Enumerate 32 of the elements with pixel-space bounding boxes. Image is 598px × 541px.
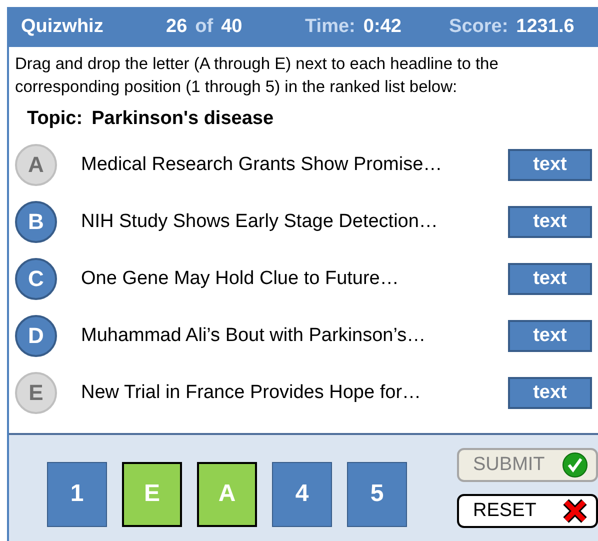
score-label: Score: <box>449 16 508 38</box>
headline-text: NIH Study Shows Early Stage Detection… <box>81 210 439 232</box>
question-total: 40 <box>221 16 242 38</box>
letter-token[interactable]: D <box>15 314 57 356</box>
text-button[interactable]: text <box>508 148 592 180</box>
question-number: 26 <box>166 16 188 38</box>
rank-slot[interactable]: 4 <box>272 462 332 526</box>
app-name: Quizwhiz <box>21 16 104 38</box>
time-label: Time: <box>305 16 356 38</box>
rank-slot[interactable]: 5 <box>347 462 407 526</box>
letter-token[interactable]: B <box>15 200 57 242</box>
check-icon <box>562 452 588 478</box>
instructions-text: Drag and drop the letter (A through E) next to each headline to the corresponding position (1 through 5) in the ranked list below: <box>15 54 500 98</box>
letter-token[interactable]: A <box>15 144 57 186</box>
text-button[interactable]: text <box>508 262 592 294</box>
headline-text: Medical Research Grants Show Promise… <box>81 154 444 176</box>
reset-button[interactable]: RESET <box>457 494 598 528</box>
text-button[interactable]: text <box>508 320 592 352</box>
close-icon <box>562 498 588 524</box>
text-button[interactable]: text <box>508 376 592 408</box>
topic-value: Parkinson's disease <box>92 108 274 130</box>
headline-text: New Trial in France Provides Hope for… <box>81 382 422 404</box>
headline-text: One Gene May Hold Clue to Future… <box>81 268 400 290</box>
time-value: 0:42 <box>363 16 402 38</box>
headline-text: Muhammad Ali’s Bout with Parkinson’s… <box>81 324 427 346</box>
letter-token[interactable]: C <box>15 258 57 300</box>
rank-slot[interactable]: 1 <box>47 462 107 526</box>
of-label: of <box>195 16 214 38</box>
text-button[interactable]: text <box>508 206 592 238</box>
score-value: 1231.6 <box>516 16 574 38</box>
letter-token[interactable]: E <box>15 372 57 414</box>
topic-label: Topic: <box>27 108 83 130</box>
